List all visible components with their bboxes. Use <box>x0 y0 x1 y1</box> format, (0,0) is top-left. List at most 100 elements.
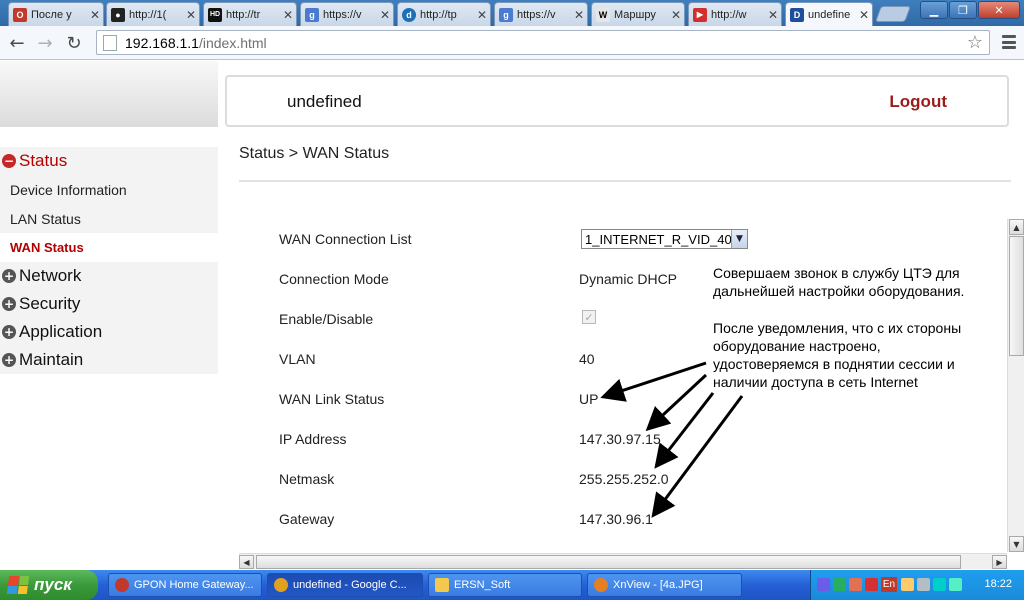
close-icon[interactable]: ✕ <box>765 8 781 22</box>
volume-icon[interactable] <box>917 578 930 591</box>
sidebar-group-status[interactable]: − Status <box>0 147 218 175</box>
taskbar-item[interactable]: XnView - [4a.JPG] <box>587 573 742 597</box>
scroll-up-icon[interactable]: ▲ <box>1009 219 1024 235</box>
sidebar-item-device-information[interactable]: Device Information <box>0 175 218 204</box>
browser-tab[interactable]: ▶ http://w ✕ <box>688 2 782 26</box>
scroll-left-icon[interactable]: ◀ <box>239 555 254 569</box>
horizontal-scrollbar[interactable]: ◀ ▶ <box>239 553 1007 569</box>
annotation-text-1: Совершаем звонок в службу ЦТЭ для дальне… <box>713 264 964 300</box>
taskbar-item-label: undefined - Google C... <box>293 579 407 591</box>
sidebar-item-lan-status[interactable]: LAN Status <box>0 204 218 233</box>
browser-tab[interactable]: g https://v ✕ <box>494 2 588 26</box>
tab-title: http://tp <box>420 8 457 21</box>
browser-tab[interactable]: HD http://tr ✕ <box>203 2 297 26</box>
arrow-to-link-status <box>600 361 707 402</box>
antivirus-icon[interactable] <box>865 578 878 591</box>
connection-mode-label: Connection Mode <box>279 271 389 287</box>
forward-arrow-icon[interactable]: → <box>34 32 56 54</box>
taskbar-item-label: XnView - [4a.JPG] <box>613 579 703 591</box>
display-icon[interactable] <box>949 578 962 591</box>
taskbar-item[interactable]: GPON Home Gateway... <box>108 573 262 597</box>
browser-tab[interactable]: g https://v ✕ <box>300 2 394 26</box>
restore-icon[interactable]: ❐ <box>949 1 977 19</box>
reload-icon[interactable]: ↻ <box>63 32 85 54</box>
logout-link[interactable]: Logout <box>889 92 947 112</box>
address-bar[interactable]: 192.168.1.1 /index.html ☆ <box>96 30 990 55</box>
tools-icon[interactable] <box>901 578 914 591</box>
annotation-line: оборудование настроено, <box>713 338 881 354</box>
sidebar-menu: − Status Device Information LAN Status W… <box>0 147 218 374</box>
bookmark-star-icon[interactable]: ☆ <box>967 32 983 53</box>
sidebar-group-application[interactable]: + Application <box>0 318 218 346</box>
close-icon[interactable]: ✕ <box>856 8 872 22</box>
scroll-down-icon[interactable]: ▼ <box>1009 536 1024 552</box>
sidebar-group-network[interactable]: + Network <box>0 262 218 290</box>
close-icon[interactable]: ✕ <box>280 8 296 22</box>
tab-title: https://v <box>323 8 362 21</box>
vertical-scrollbar[interactable]: ▲ ▼ <box>1007 219 1024 552</box>
url-path: /index.html <box>198 34 267 51</box>
tab-title: https://v <box>517 8 556 21</box>
tab-title: http://tr <box>226 8 261 21</box>
sidebar-group-label: Status <box>19 151 68 170</box>
wan-link-status-value: UP <box>579 391 599 407</box>
browser-tab[interactable]: O После у ✕ <box>8 2 104 26</box>
arrow-to-gateway <box>651 395 744 518</box>
wan-connection-selected-value: 1_INTERNET_R_VID_40 <box>585 231 732 247</box>
url-host: 192.168.1.1 <box>125 34 199 51</box>
scroll-thumb[interactable] <box>1009 236 1024 356</box>
expand-icon: + <box>2 297 16 311</box>
menu-icon[interactable] <box>1002 35 1016 49</box>
window-controls: ▁ ❐ ✕ <box>920 1 1020 19</box>
taskbar-item-active[interactable]: undefined - Google C... <box>267 573 423 597</box>
sidebar-group-security[interactable]: + Security <box>0 290 218 318</box>
breadcrumb: Status > WAN Status <box>239 145 390 162</box>
annotation-line: наличии доступа в сеть Internet <box>713 374 918 390</box>
security-shield-icon[interactable] <box>849 578 862 591</box>
close-icon[interactable]: ✕ <box>87 8 103 22</box>
taskbar-item[interactable]: ERSN_Soft <box>428 573 582 597</box>
tab-title: http://w <box>711 8 747 21</box>
taskbar: пуск GPON Home Gateway... undefined - Go… <box>0 570 1024 600</box>
chevron-down-icon[interactable]: ▼ <box>731 230 747 248</box>
back-arrow-icon[interactable]: ← <box>6 32 28 54</box>
close-icon[interactable]: ✕ <box>183 8 199 22</box>
start-button[interactable]: пуск <box>0 570 98 600</box>
close-icon[interactable]: ✕ <box>377 8 393 22</box>
ip-address-value: 147.30.97.15 <box>579 431 661 447</box>
close-icon[interactable]: ✕ <box>668 8 684 22</box>
gateway-value: 147.30.96.1 <box>579 511 653 527</box>
scroll-thumb[interactable] <box>256 555 961 569</box>
folder-icon <box>435 578 449 592</box>
sidebar-item-wan-status[interactable]: WAN Status <box>0 233 218 262</box>
sidebar-group-label: Application <box>19 322 103 341</box>
page-icon <box>103 34 117 51</box>
tray-app-icon[interactable] <box>833 578 846 591</box>
opera-icon <box>115 578 129 592</box>
network-icon[interactable] <box>817 578 830 591</box>
sidebar-group-maintain[interactable]: + Maintain <box>0 346 218 374</box>
new-tab-button[interactable] <box>875 6 911 22</box>
spy-icon: ● <box>111 7 125 22</box>
wan-connection-select[interactable]: 1_INTERNET_R_VID_40 ▼ <box>581 229 748 249</box>
drupal-icon: d <box>402 7 416 22</box>
wikipedia-icon: W <box>596 7 610 22</box>
router-icon: D <box>790 8 804 22</box>
tab-title: После у <box>31 8 72 21</box>
enable-disable-label: Enable/Disable <box>279 311 374 327</box>
tab-title: http://1( <box>129 8 167 21</box>
browser-tab[interactable]: d http://tp ✕ <box>397 2 491 26</box>
browser-tab[interactable]: ● http://1( ✕ <box>106 2 200 26</box>
browser-tab-active[interactable]: D undefine ✕ <box>785 2 873 27</box>
close-icon[interactable]: ✕ <box>571 8 587 22</box>
close-window-icon[interactable]: ✕ <box>978 1 1020 19</box>
scroll-right-icon[interactable]: ▶ <box>992 555 1007 569</box>
language-indicator[interactable]: En <box>881 577 897 592</box>
enable-checkbox[interactable]: ✓ <box>582 310 596 324</box>
close-icon[interactable]: ✕ <box>474 8 490 22</box>
minimize-icon[interactable]: ▁ <box>920 1 948 19</box>
google-icon: g <box>499 7 513 22</box>
connection-icon[interactable] <box>933 578 946 591</box>
browser-tab[interactable]: W Маршру ✕ <box>591 2 685 26</box>
expand-icon: + <box>2 325 16 339</box>
